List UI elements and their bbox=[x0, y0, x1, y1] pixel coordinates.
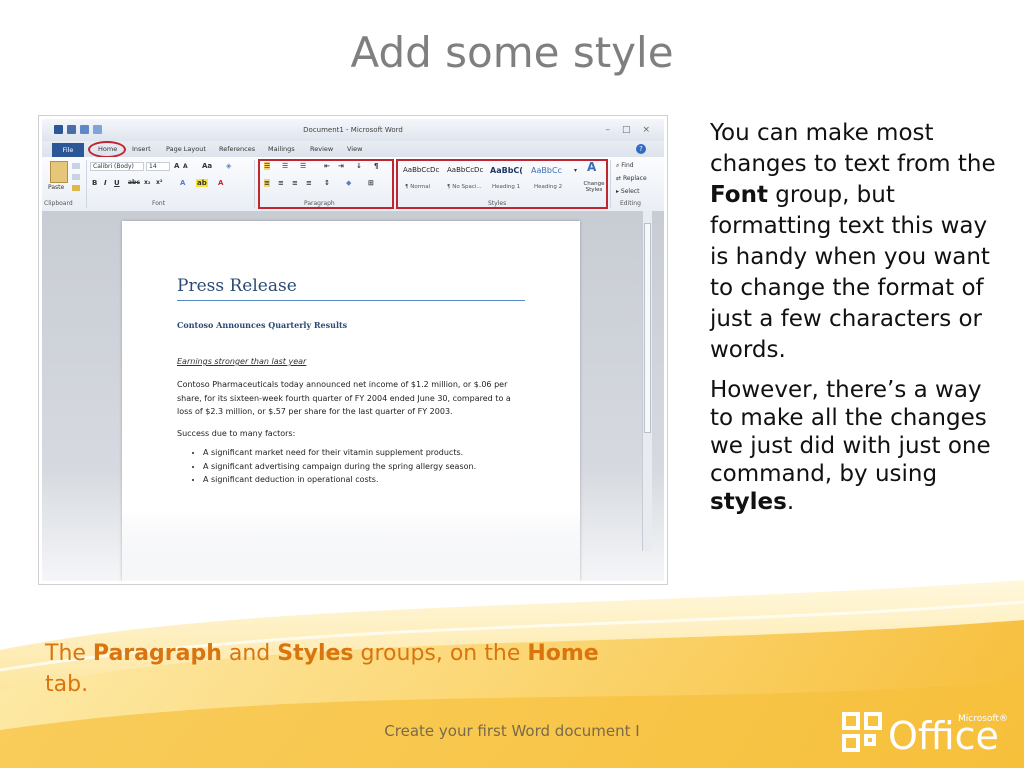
cut-icon[interactable] bbox=[72, 163, 80, 169]
select-button[interactable]: ▸ Select bbox=[616, 188, 639, 195]
minimize-icon[interactable]: – bbox=[605, 125, 610, 135]
caption-part: groups, on the bbox=[353, 641, 528, 666]
doc-body: Contoso Pharmaceuticals today announced … bbox=[177, 380, 511, 416]
side-text-bold: Font bbox=[710, 182, 768, 208]
maximize-icon[interactable]: □ bbox=[622, 125, 631, 135]
close-icon[interactable]: × bbox=[642, 125, 650, 135]
style-sample[interactable]: AaBbC( bbox=[490, 166, 523, 175]
window-controls: – □ × bbox=[605, 125, 650, 135]
highlight-color-icon[interactable]: ab bbox=[196, 179, 208, 187]
grow-font-icon[interactable]: A bbox=[174, 162, 179, 170]
office-logo-superscript: Microsoft® bbox=[958, 714, 1008, 724]
caption-part: The bbox=[45, 641, 93, 666]
replace-label: Replace bbox=[622, 175, 647, 182]
clear-formatting-icon[interactable]: ◈ bbox=[226, 162, 231, 170]
bold-icon[interactable]: B bbox=[92, 179, 97, 187]
style-name: ¶ No Spaci... bbox=[447, 184, 482, 190]
doc-factors-heading: Success due to many factors: bbox=[177, 429, 296, 438]
word-window: Document1 - Microsoft Word – □ × File Ho… bbox=[42, 119, 664, 581]
window-title: Document1 - Microsoft Word bbox=[303, 126, 403, 134]
help-icon[interactable]: ? bbox=[636, 144, 646, 154]
paste-label: Paste bbox=[48, 184, 65, 191]
change-styles-icon[interactable]: A bbox=[587, 160, 596, 174]
list-item: A significant market need for their vita… bbox=[203, 446, 476, 460]
font-size-box[interactable]: 14 bbox=[146, 162, 170, 171]
side-text-part: group, but formatting text this way is h… bbox=[710, 182, 990, 363]
side-text-part: However, there’s a way to make all the c… bbox=[710, 377, 991, 487]
side-text-font-group: You can make most changes to text from t… bbox=[710, 118, 1000, 366]
replace-icon: ⇄ bbox=[616, 175, 623, 182]
title-rule bbox=[177, 300, 525, 301]
group-styles-label: Styles bbox=[488, 200, 507, 207]
list-item: A significant advertising campaign durin… bbox=[203, 460, 476, 474]
shrink-font-icon[interactable]: A bbox=[183, 163, 188, 170]
tab-file[interactable]: File bbox=[52, 143, 84, 157]
style-name: Heading 1 bbox=[492, 184, 521, 190]
format-painter-icon[interactable] bbox=[72, 185, 80, 191]
doc-title: Press Release bbox=[177, 276, 297, 296]
italic-icon[interactable]: I bbox=[104, 179, 107, 187]
select-label: Select bbox=[620, 188, 640, 195]
change-case-icon[interactable]: Aa bbox=[202, 162, 212, 170]
word-screenshot: Document1 - Microsoft Word – □ × File Ho… bbox=[38, 115, 668, 585]
list-item: A significant deduction in operational c… bbox=[203, 473, 476, 487]
strikethrough-icon[interactable]: abc bbox=[128, 179, 140, 186]
style-sample[interactable]: AaBbCcDc bbox=[447, 166, 483, 174]
style-name: ¶ Normal bbox=[405, 184, 431, 190]
document-page[interactable]: Press Release Contoso Announces Quarterl… bbox=[122, 221, 580, 581]
change-styles-label: Change Styles bbox=[583, 181, 605, 193]
subscript-icon[interactable]: x₂ bbox=[144, 179, 151, 186]
find-button[interactable]: ⌕ Find bbox=[616, 162, 634, 170]
scroll-thumb[interactable] bbox=[644, 223, 651, 433]
office-logo-icon bbox=[842, 712, 886, 758]
style-sample[interactable]: AaBbCcDc bbox=[403, 166, 439, 174]
vertical-scrollbar[interactable] bbox=[642, 211, 652, 551]
font-color-icon[interactable]: A bbox=[218, 179, 223, 187]
style-sample[interactable]: AaBbCc bbox=[531, 166, 562, 175]
styles-more-icon[interactable]: ▾ bbox=[574, 167, 577, 174]
caption-part: and bbox=[221, 641, 278, 666]
text-effects-icon[interactable]: A bbox=[180, 179, 185, 187]
superscript-icon[interactable]: x² bbox=[156, 179, 163, 186]
group-font-label: Font bbox=[152, 200, 166, 207]
paste-icon[interactable] bbox=[50, 161, 68, 183]
tab-page-layout[interactable]: Page Layout bbox=[166, 145, 206, 153]
ribbon: Paste Clipboard Calibri (Body) 14 A A Aa… bbox=[42, 157, 664, 212]
side-text-bold: styles bbox=[710, 489, 787, 515]
screenshot-caption: The Paragraph and Styles groups, on the … bbox=[45, 638, 645, 700]
group-clipboard-label: Clipboard bbox=[44, 200, 73, 207]
find-label: Find bbox=[621, 162, 634, 169]
group-separator bbox=[610, 160, 611, 208]
tab-references[interactable]: References bbox=[219, 145, 255, 153]
doc-lead: Earnings stronger than last year bbox=[177, 357, 307, 366]
slide-title: Add some style bbox=[350, 28, 674, 77]
underline-icon[interactable]: U bbox=[114, 179, 120, 187]
group-separator bbox=[254, 160, 255, 208]
copy-icon[interactable] bbox=[72, 174, 80, 180]
font-name-box[interactable]: Calibri (Body) bbox=[90, 162, 144, 171]
side-text-part: You can make most changes to text from t… bbox=[710, 120, 996, 177]
ribbon-tabs: File Home Insert Page Layout References … bbox=[42, 141, 664, 158]
doc-subtitle: Contoso Announces Quarterly Results bbox=[177, 320, 348, 330]
style-name: Heading 2 bbox=[534, 184, 563, 190]
tab-home[interactable]: Home bbox=[98, 145, 117, 153]
caption-part: tab. bbox=[45, 672, 89, 697]
paragraph-group-highlight bbox=[258, 159, 394, 209]
group-editing-label: Editing bbox=[620, 200, 641, 207]
doc-factors-list: A significant market need for their vita… bbox=[177, 446, 476, 487]
replace-button[interactable]: ⇄ Replace bbox=[616, 175, 647, 182]
group-separator bbox=[86, 160, 87, 208]
title-bar: Document1 - Microsoft Word – □ × bbox=[42, 119, 664, 141]
office-logo: Office Microsoft® bbox=[840, 708, 1015, 762]
side-text-styles: However, there’s a way to make all the c… bbox=[710, 376, 1000, 516]
side-text-part: . bbox=[786, 489, 795, 515]
document-area: Press Release Contoso Announces Quarterl… bbox=[42, 211, 664, 581]
caption-bold: Styles bbox=[277, 641, 354, 666]
tab-view[interactable]: View bbox=[347, 145, 362, 153]
tab-mailings[interactable]: Mailings bbox=[268, 145, 295, 153]
caption-bold: Paragraph bbox=[92, 641, 222, 666]
caption-bold: Home bbox=[527, 641, 599, 666]
tab-review[interactable]: Review bbox=[310, 145, 333, 153]
tab-insert[interactable]: Insert bbox=[132, 145, 151, 153]
